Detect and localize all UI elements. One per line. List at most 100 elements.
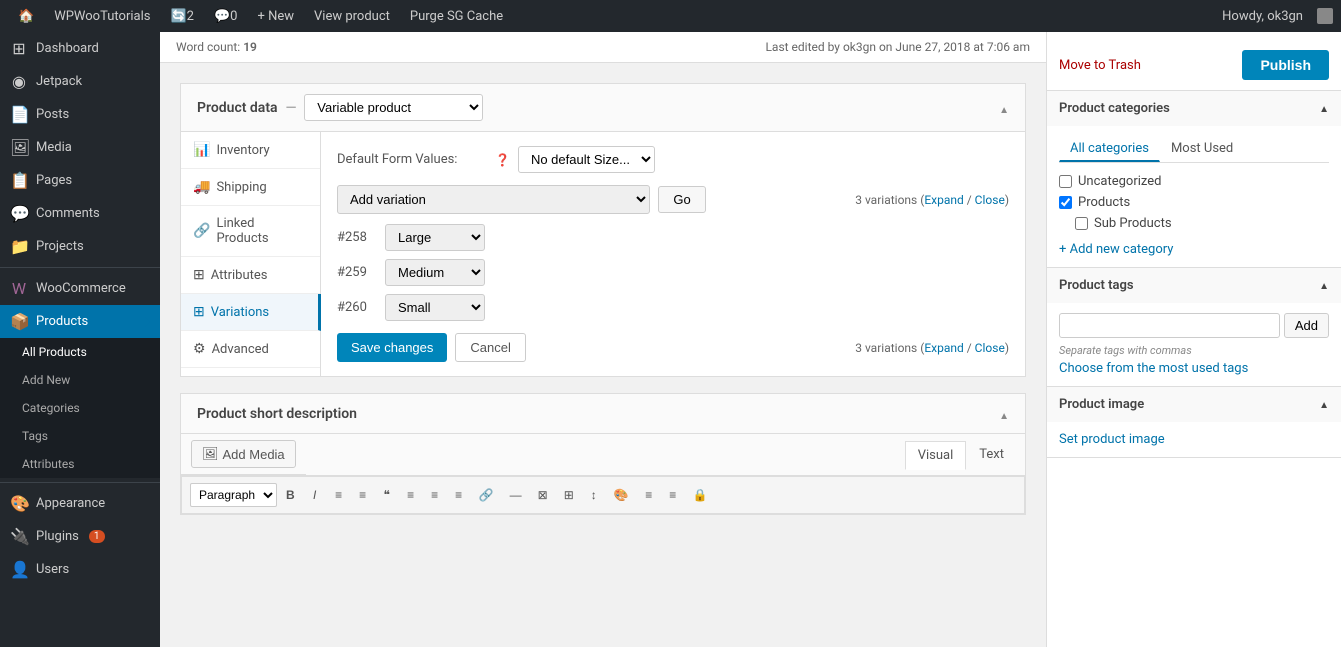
toolbar-align-left[interactable]: ≡ (400, 484, 422, 506)
product-type-select[interactable]: Variable product Simple product Grouped … (304, 94, 483, 121)
tab-linked-products[interactable]: 🔗 Linked Products (181, 206, 320, 257)
sidebar: ⊞ Dashboard ◉ Jetpack 📄 Posts 🖼 Media 📋 … (0, 32, 160, 647)
adminbar-purge-cache[interactable]: Purge SG Cache (400, 0, 513, 32)
add-new-category-link[interactable]: + Add new category (1059, 242, 1329, 257)
tags-input[interactable] (1059, 313, 1280, 338)
variation-select-259[interactable]: Medium Large Small (385, 259, 485, 286)
toolbar-paste[interactable]: ↕ (583, 484, 605, 506)
tab-visual[interactable]: Visual (905, 441, 967, 470)
projects-icon: 📁 (10, 237, 28, 256)
sidebar-submenu-categories[interactable]: Categories (0, 394, 160, 422)
tab-shipping[interactable]: 🚚 Shipping (181, 169, 320, 206)
toolbar-italic[interactable]: I (304, 484, 326, 506)
sidebar-item-jetpack[interactable]: ◉ Jetpack (0, 65, 160, 98)
toolbar-blockquote[interactable]: ❝ (376, 484, 398, 506)
toolbar-hr[interactable]: — (503, 484, 529, 506)
tab-attributes[interactable]: ⊞ Attributes (181, 257, 320, 294)
shipping-icon: 🚚 (193, 179, 210, 195)
toolbar-table[interactable]: ≡ (638, 484, 660, 506)
toolbar-align-right[interactable]: ≡ (448, 484, 470, 506)
tab-variations[interactable]: ⊞ Variations (181, 294, 321, 331)
sidebar-item-users[interactable]: 👤 Users (0, 553, 160, 586)
sidebar-item-products[interactable]: 📦 Products (0, 305, 160, 338)
sidebar-item-posts[interactable]: 📄 Posts (0, 98, 160, 131)
close-link-bottom[interactable]: Close (975, 341, 1005, 355)
adminbar-updates[interactable]: 🔄 2 (160, 0, 204, 32)
sidebar-submenu-attributes[interactable]: Attributes (0, 450, 160, 478)
default-form-select[interactable]: No default Size... Large Medium Small (518, 146, 655, 173)
toolbar-color[interactable]: 🎨 (607, 484, 636, 506)
sidebar-submenu-all-products[interactable]: All Products (0, 338, 160, 366)
editor-toolbar: Paragraph Heading 1 Heading 2 B I ≡ ≡ ❝ … (181, 476, 1025, 514)
category-cb-products[interactable] (1059, 196, 1072, 209)
toolbar-list2[interactable]: ≡ (662, 484, 684, 506)
sidebar-item-plugins[interactable]: 🔌 Plugins 1 (0, 520, 160, 553)
toolbar-align-center[interactable]: ≡ (424, 484, 446, 506)
category-label-sub-products: Sub Products (1094, 216, 1172, 231)
short-description-panel: Product short description 🖼 Add Media Vi… (180, 393, 1026, 515)
sidebar-item-pages[interactable]: 📋 Pages (0, 164, 160, 197)
save-changes-button[interactable]: Save changes (337, 333, 447, 362)
product-data-collapse-btn[interactable] (999, 98, 1009, 117)
product-categories-header[interactable]: Product categories (1047, 91, 1341, 126)
toolbar-more[interactable]: ⊠ (531, 484, 555, 506)
product-image-title: Product image (1059, 397, 1144, 412)
toolbar-bold[interactable]: B (279, 484, 302, 506)
variation-row-259: #259 Medium Large Small (337, 259, 1009, 286)
last-edited-text: Last edited by ok3gn on June 27, 2018 at… (765, 40, 1030, 54)
sidebar-item-projects[interactable]: 📁 Projects (0, 230, 160, 263)
category-cb-sub-products[interactable] (1075, 217, 1088, 230)
variation-select-260[interactable]: Small Large Medium (385, 294, 485, 321)
toolbar-ul[interactable]: ≡ (328, 484, 350, 506)
tab-advanced[interactable]: ⚙ Advanced (181, 331, 320, 368)
add-media-button[interactable]: 🖼 Add Media (191, 440, 296, 468)
cancel-button[interactable]: Cancel (455, 333, 525, 362)
toolbar-link[interactable]: 🔗 (472, 484, 501, 506)
tab-text[interactable]: Text (966, 440, 1017, 469)
move-to-trash-link[interactable]: Move to Trash (1059, 58, 1141, 73)
product-image-body: Set product image (1047, 422, 1341, 457)
expand-link[interactable]: Expand (924, 193, 963, 207)
tab-inventory[interactable]: 📊 Inventory (181, 132, 320, 169)
sidebar-item-dashboard[interactable]: ⊞ Dashboard (0, 32, 160, 65)
sidebar-item-appearance[interactable]: 🎨 Appearance (0, 487, 160, 520)
choose-tags-link[interactable]: Choose from the most used tags (1059, 361, 1248, 376)
toolbar-fullscreen[interactable]: ⊞ (557, 484, 581, 506)
product-tags-header[interactable]: Product tags (1047, 268, 1341, 303)
toolbar-lock[interactable]: 🔒 (686, 484, 715, 506)
category-list: Uncategorized Products Sub Products (1059, 171, 1329, 234)
publish-button[interactable]: Publish (1242, 50, 1329, 80)
adminbar-home[interactable]: 🏠 (8, 0, 44, 32)
adminbar-comments[interactable]: 💬 0 (204, 0, 248, 32)
sidebar-item-comments[interactable]: 💬 Comments (0, 197, 160, 230)
sidebar-submenu-tags[interactable]: Tags (0, 422, 160, 450)
sidebar-item-media[interactable]: 🖼 Media (0, 131, 160, 164)
attributes-icon: ⊞ (193, 267, 205, 283)
toolbar-ol[interactable]: ≡ (352, 484, 374, 506)
go-button[interactable]: Go (658, 186, 705, 213)
help-icon[interactable]: ❓ (495, 153, 510, 167)
short-description-header: Product short description (181, 394, 1025, 434)
adminbar-view-product[interactable]: View product (304, 0, 400, 32)
adminbar-new[interactable]: + New (247, 0, 304, 32)
add-variation-row: Add variation Add all variations Remove … (337, 185, 1009, 214)
tags-collapse-icon (1319, 278, 1329, 293)
set-product-image-link[interactable]: Set product image (1059, 432, 1165, 447)
category-label-products: Products (1078, 195, 1130, 210)
add-variation-select[interactable]: Add variation Add all variations Remove … (337, 185, 650, 214)
category-item-products: Products (1059, 192, 1329, 213)
variation-select-258[interactable]: Large Medium Small (385, 224, 485, 251)
paragraph-select[interactable]: Paragraph Heading 1 Heading 2 (190, 483, 277, 507)
add-tag-button[interactable]: Add (1284, 313, 1329, 338)
short-description-collapse-btn[interactable] (999, 404, 1009, 423)
close-link-top[interactable]: Close (975, 193, 1005, 207)
category-cb-uncategorized[interactable] (1059, 175, 1072, 188)
sidebar-item-woocommerce[interactable]: W WooCommerce (0, 272, 160, 305)
product-image-header[interactable]: Product image (1047, 387, 1341, 422)
tab-most-used[interactable]: Most Used (1160, 136, 1244, 162)
sidebar-submenu-add-new[interactable]: Add New (0, 366, 160, 394)
tab-all-categories[interactable]: All categories (1059, 136, 1160, 162)
expand-link-bottom[interactable]: Expand (924, 341, 963, 355)
adminbar-site-name[interactable]: WPWooTutorials (44, 0, 160, 32)
right-panel: Move to Trash Publish Product categories… (1046, 32, 1341, 647)
